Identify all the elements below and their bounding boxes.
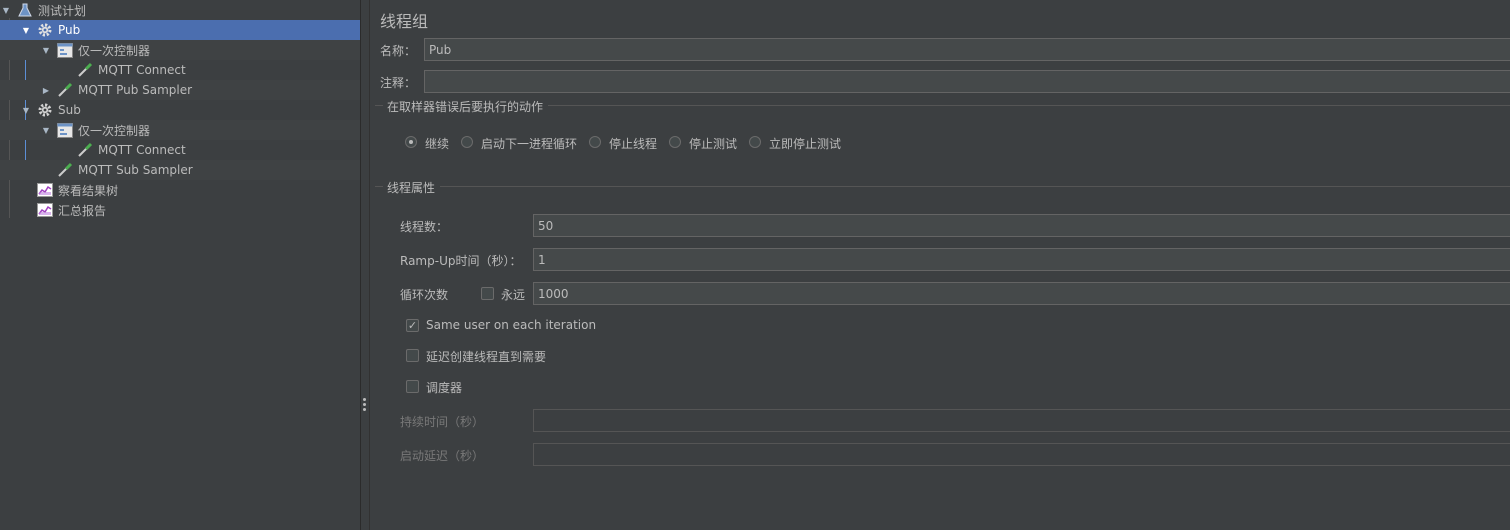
tree-item-once-only-controller[interactable]: ▼ 仅一次控制器 — [0, 40, 360, 60]
sampler-pipette-icon — [76, 62, 94, 78]
tree-item-label: MQTT Pub Sampler — [78, 83, 193, 97]
loop-count-field[interactable] — [533, 282, 1510, 305]
rampup-label: Ramp-Up时间（秒）： — [400, 254, 522, 268]
same-user-label[interactable]: Same user on each iteration — [426, 318, 596, 332]
forever-label[interactable]: 永远 — [501, 286, 525, 303]
tree-item-label: 测试计划 — [38, 3, 87, 18]
gear-icon — [36, 22, 54, 38]
sampler-pipette-icon — [76, 142, 94, 158]
scheduler-label[interactable]: 调度器 — [426, 379, 462, 396]
threads-field[interactable] — [533, 214, 1510, 237]
radio-stop-thread-label[interactable]: 停止线程 — [609, 135, 657, 152]
expand-arrow-icon[interactable]: ▼ — [40, 46, 52, 55]
tree-item-once-only-controller[interactable]: ▼ 仅一次控制器 — [0, 120, 360, 140]
test-plan-tree[interactable]: ▼ 测试计划 ▼ Pub ▼ 仅一次控制器 MQTT Connect ▶ MQT… — [0, 0, 361, 530]
radio-start-next-loop-label[interactable]: 启动下一进程循环 — [481, 135, 577, 152]
tree-item-pub-thread-group[interactable]: ▼ Pub — [0, 20, 360, 40]
group-border — [548, 105, 1510, 106]
delay-thread-creation-label[interactable]: 延迟创建线程直到需要 — [426, 348, 546, 365]
duration-field[interactable] — [533, 409, 1510, 432]
delay-thread-creation-checkbox[interactable] — [406, 349, 419, 362]
radio-stop-thread[interactable] — [589, 136, 601, 148]
radio-start-next-loop[interactable] — [461, 136, 473, 148]
group-border — [440, 186, 1510, 187]
drag-grip-dot — [363, 408, 366, 411]
collapse-arrow-icon[interactable]: ▶ — [40, 86, 52, 95]
comment-label: 注释： — [380, 76, 417, 90]
radio-stop-test-now-label[interactable]: 立即停止测试 — [769, 135, 841, 152]
expand-arrow-icon[interactable]: ▼ — [0, 6, 12, 15]
tree-item-label: 仅一次控制器 — [78, 123, 151, 138]
radio-continue[interactable] — [405, 136, 417, 148]
threads-label: 线程数： — [400, 220, 449, 234]
tree-item-mqtt-connect[interactable]: MQTT Connect — [0, 140, 360, 160]
forever-checkbox[interactable] — [481, 287, 494, 300]
radio-stop-test-now[interactable] — [749, 136, 761, 148]
listener-chart-icon — [36, 182, 54, 198]
name-label: 名称： — [380, 44, 417, 58]
panel-title: 线程组 — [380, 12, 429, 31]
gear-icon — [36, 102, 54, 118]
split-pane-divider[interactable] — [361, 0, 370, 530]
expand-arrow-icon[interactable]: ▼ — [20, 106, 32, 115]
tree-item-mqtt-pub-sampler[interactable]: ▶ MQTT Pub Sampler — [0, 80, 360, 100]
tree-item-label: Sub — [58, 103, 81, 117]
name-field[interactable] — [424, 38, 1510, 61]
duration-label: 持续时间（秒） — [400, 415, 485, 429]
group-border — [375, 186, 383, 187]
thread-group-panel: 线程组 名称： 注释： 在取样器错误后要执行的动作 继续 启动下一进程循环 停止… — [370, 0, 1510, 530]
startup-delay-label: 启动延迟（秒） — [400, 449, 485, 463]
tree-item-view-results-tree[interactable]: 察看结果树 — [0, 180, 360, 200]
radio-stop-test-label[interactable]: 停止测试 — [689, 135, 737, 152]
loop-count-label: 循环次数 — [400, 288, 449, 302]
thread-props-legend: 线程属性 — [387, 181, 436, 195]
comment-field[interactable] — [424, 70, 1510, 93]
radio-continue-label[interactable]: 继续 — [425, 135, 449, 152]
tree-item-label: MQTT Connect — [98, 63, 186, 77]
listener-chart-icon — [36, 202, 54, 218]
expand-arrow-icon[interactable]: ▼ — [40, 126, 52, 135]
on-error-legend: 在取样器错误后要执行的动作 — [387, 100, 544, 114]
tree-item-label: MQTT Sub Sampler — [78, 163, 193, 177]
same-user-checkbox[interactable]: ✓ — [406, 319, 419, 332]
tree-item-mqtt-sub-sampler[interactable]: MQTT Sub Sampler — [0, 160, 360, 180]
tree-item-label: 察看结果树 — [58, 183, 119, 198]
radio-stop-test[interactable] — [669, 136, 681, 148]
controller-icon — [56, 122, 74, 138]
group-border — [375, 105, 383, 106]
sampler-pipette-icon — [56, 82, 74, 98]
rampup-field[interactable] — [533, 248, 1510, 271]
startup-delay-field[interactable] — [533, 443, 1510, 466]
scheduler-checkbox[interactable] — [406, 380, 419, 393]
controller-icon — [56, 42, 74, 58]
expand-arrow-icon[interactable]: ▼ — [20, 26, 32, 35]
test-plan-icon — [16, 2, 34, 18]
drag-grip-dot — [363, 398, 366, 401]
tree-item-test-plan[interactable]: ▼ 测试计划 — [0, 0, 360, 20]
tree-item-label: Pub — [58, 23, 81, 37]
tree-item-label: 汇总报告 — [58, 203, 107, 218]
drag-grip-dot — [363, 403, 366, 406]
tree-item-label: MQTT Connect — [98, 143, 186, 157]
tree-item-mqtt-connect[interactable]: MQTT Connect — [0, 60, 360, 80]
tree-item-sub-thread-group[interactable]: ▼ Sub — [0, 100, 360, 120]
sampler-pipette-icon — [56, 162, 74, 178]
tree-item-summary-report[interactable]: 汇总报告 — [0, 200, 360, 220]
tree-item-label: 仅一次控制器 — [78, 43, 151, 58]
